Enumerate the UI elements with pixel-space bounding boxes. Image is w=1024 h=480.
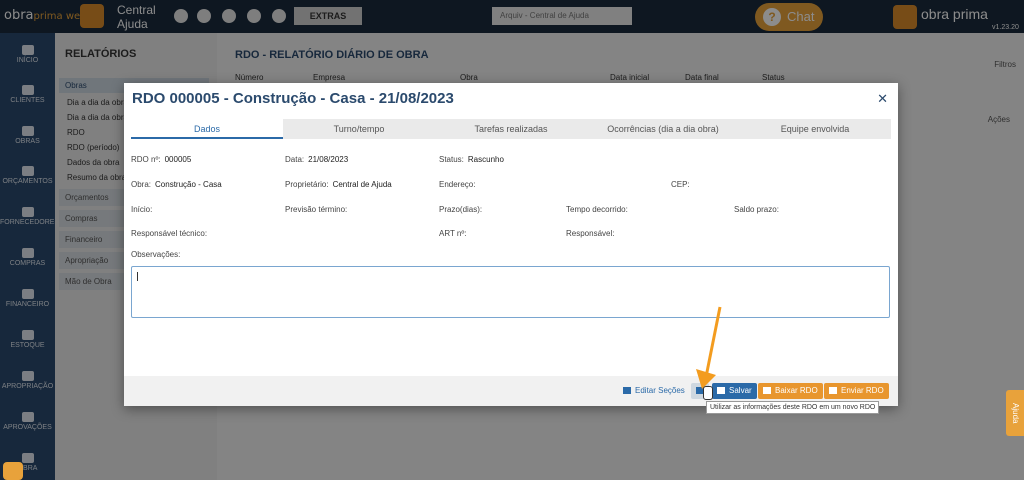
field-prazo: Prazo(dias): bbox=[439, 205, 483, 214]
download-rdo-button[interactable]: Baixar RDO bbox=[758, 383, 823, 399]
field-obra: Obra: Construção - Casa bbox=[131, 180, 222, 189]
download-icon bbox=[763, 387, 771, 394]
field-saldo-prazo: Saldo prazo: bbox=[734, 205, 779, 214]
field-previsao: Previsão término: bbox=[285, 205, 348, 214]
field-tempo-decorrido: Tempo decorrido: bbox=[566, 205, 628, 214]
modal-tabs: Dados Turno/tempo Tarefas realizadas Oco… bbox=[131, 119, 891, 139]
field-cep: CEP: bbox=[671, 180, 690, 189]
help-tab[interactable]: Ajuda bbox=[1006, 390, 1024, 436]
tab-dados[interactable]: Dados bbox=[131, 119, 283, 139]
duplicate-tooltip: Utilizar as informações deste RDO em um … bbox=[706, 401, 880, 414]
tab-tarefas[interactable]: Tarefas realizadas bbox=[435, 119, 587, 139]
field-status: Status: Rascunho bbox=[439, 155, 504, 164]
send-rdo-button[interactable]: Enviar RDO bbox=[824, 383, 889, 399]
chat-bubble-icon[interactable] bbox=[3, 462, 23, 480]
rdo-modal: RDO 000005 - Construção - Casa - 21/08/2… bbox=[124, 83, 898, 406]
edit-sections-button[interactable]: Editar Seções bbox=[618, 383, 690, 399]
field-responsavel: Responsável: bbox=[566, 229, 615, 238]
tab-turno-tempo[interactable]: Turno/tempo bbox=[283, 119, 435, 139]
observacoes-label: Observações: bbox=[131, 250, 181, 259]
field-data: Data: 21/08/2023 bbox=[285, 155, 349, 164]
observacoes-textarea[interactable] bbox=[131, 266, 890, 318]
tab-ocorrencias[interactable]: Ocorrências (dia a dia obra) bbox=[587, 119, 739, 139]
save-icon bbox=[623, 387, 631, 394]
field-responsavel-tecnico: Responsável técnico: bbox=[131, 229, 208, 238]
envelope-icon bbox=[829, 387, 837, 394]
field-proprietario: Proprietário: Central de Ajuda bbox=[285, 180, 392, 189]
tab-equipe[interactable]: Equipe envolvida bbox=[739, 119, 891, 139]
annotation-arrow-icon bbox=[696, 306, 722, 389]
hand-cursor-icon bbox=[703, 386, 713, 400]
field-endereco: Endereço: bbox=[439, 180, 476, 189]
modal-title: RDO 000005 - Construção - Casa - 21/08/2… bbox=[132, 90, 454, 107]
field-art: ART nº: bbox=[439, 229, 467, 238]
close-icon[interactable]: ✕ bbox=[877, 91, 888, 107]
field-rdo: RDO nº: 000005 bbox=[131, 155, 192, 164]
field-inicio: Início: bbox=[131, 205, 153, 214]
